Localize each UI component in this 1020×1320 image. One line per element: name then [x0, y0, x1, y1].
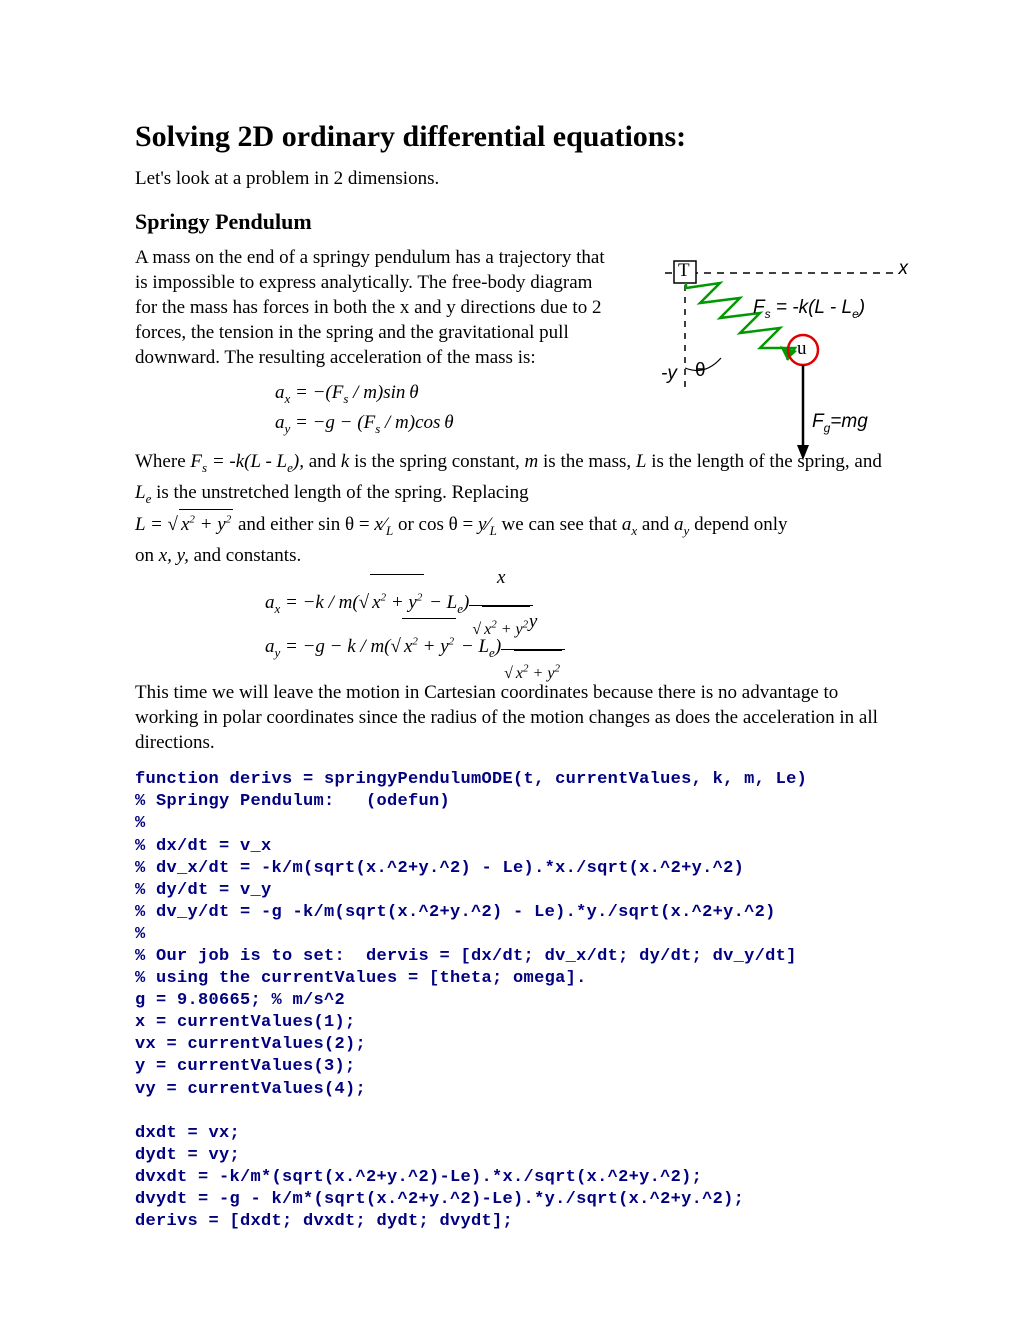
- eq-full-ay: ay = −g − k / m(√x2 + y2 − Le) y √x2 + y…: [265, 624, 890, 668]
- p2-f: is the unstretched length of the spring.…: [151, 482, 528, 503]
- p2b-mid3: we can see that: [497, 514, 622, 535]
- p2b-and: and: [637, 514, 674, 535]
- code-listing: function derivs = springyPendulumODE(t, …: [135, 769, 890, 1233]
- p2-m: m: [525, 451, 539, 472]
- fig-x-label: x: [899, 258, 909, 280]
- fig-fs-label: Fs = -k(L - Le): [753, 297, 865, 321]
- paragraph-1: A mass on the end of a springy pendulum …: [135, 245, 605, 370]
- section-heading: Springy Pendulum: [135, 209, 890, 235]
- p2-b: and: [304, 451, 341, 472]
- fig-pivot-label: T: [678, 260, 690, 282]
- page-title: Solving 2D ordinary differential equatio…: [135, 120, 890, 154]
- free-body-diagram: T u x -y θ Fs = -k(L - Le) Fg=mg: [645, 248, 910, 473]
- page: Solving 2D ordinary differential equatio…: [0, 0, 1020, 1320]
- fig-mass-label: u: [797, 338, 807, 360]
- p2-a: Where: [135, 451, 190, 472]
- fig-fg-label: Fg=mg: [812, 411, 868, 435]
- p2b-end: depend only: [689, 514, 787, 535]
- intro-text: Let's look at a problem in 2 dimensions.: [135, 166, 890, 191]
- p2b-mid2: or cos θ =: [393, 514, 478, 535]
- fig-theta-label: θ: [695, 360, 706, 382]
- fig-y-label: -y: [661, 363, 677, 385]
- p2-d: is the mass,: [538, 451, 636, 472]
- equation-full: ax = −k / m(√x2 + y2 − Le) x √x2 + y2 ay…: [265, 580, 890, 668]
- paragraph-3: This time we will leave the motion in Ca…: [135, 680, 890, 755]
- p2b-mid1: and either sin θ =: [238, 514, 374, 535]
- p2-c: is the spring constant,: [349, 451, 524, 472]
